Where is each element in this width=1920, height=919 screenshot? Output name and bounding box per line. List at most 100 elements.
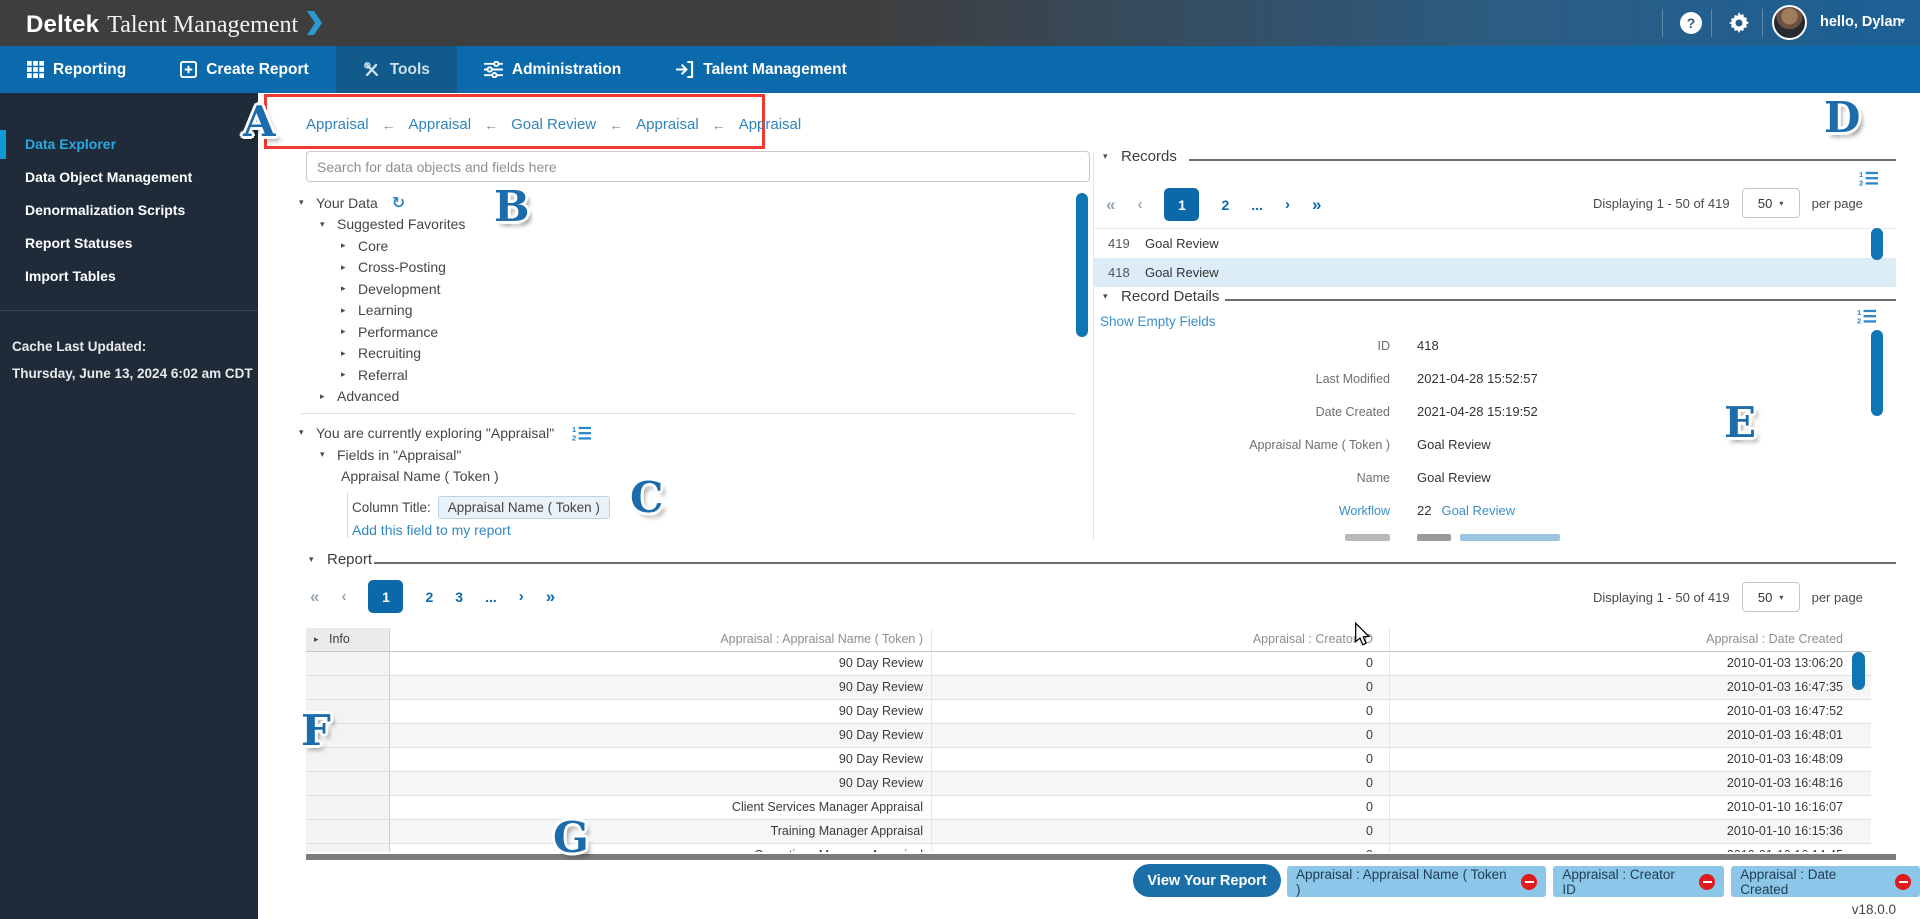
table-row[interactable]: 90 Day Review 0 2010-01-03 16:47:52 [306, 700, 1871, 724]
prev-page-button[interactable]: ‹ [1137, 196, 1142, 213]
annotation-letter-g: G [553, 817, 589, 859]
tree-item-performance[interactable]: ▸ Performance [299, 321, 465, 343]
tree-item-referral[interactable]: ▸ Referral [299, 364, 465, 386]
field-value: Goal Review [1417, 437, 1491, 452]
tree-item-core[interactable]: ▸ Core [299, 235, 465, 257]
show-empty-fields-link[interactable]: Show Empty Fields [1100, 314, 1216, 329]
first-page-button[interactable]: « [1106, 195, 1115, 215]
breadcrumb-link[interactable]: Appraisal [636, 116, 699, 133]
record-details-scrollbar[interactable] [1871, 330, 1883, 416]
table-row[interactable]: 90 Day Review 0 2010-01-03 16:48:01 [306, 724, 1871, 748]
field-value-link[interactable]: Goal Review [1441, 503, 1515, 518]
gear-icon[interactable] [1728, 12, 1750, 34]
breadcrumb-link[interactable]: Appraisal [306, 116, 369, 133]
user-avatar[interactable] [1772, 5, 1807, 40]
table-row-clipped[interactable]: Operations Manager Appraisal 0 2010-01-1… [306, 844, 1871, 852]
column-title-input[interactable]: Appraisal Name ( Token ) [438, 496, 610, 519]
table-scrollbar[interactable] [1852, 652, 1865, 690]
records-scrollbar[interactable] [1871, 228, 1883, 260]
sidebar: Data Explorer Data Object Management Den… [0, 93, 258, 919]
records-header[interactable]: ▾ Records [1103, 148, 1177, 165]
info-header-cell[interactable]: ▸ Info [306, 628, 390, 651]
field-label: Name [1100, 471, 1390, 485]
clipped-field-value [1417, 534, 1451, 541]
record-details-header-line [1225, 299, 1896, 301]
chip-creator-id[interactable]: Appraisal : Creator ID [1553, 866, 1724, 897]
page-size-select[interactable]: 50 ▾ [1742, 188, 1800, 218]
record-row-selected[interactable]: 418 Goal Review [1093, 258, 1896, 287]
breadcrumb-link[interactable]: Appraisal [739, 116, 802, 133]
tree-item-suggested-favorites[interactable]: ▾ Suggested Favorites [299, 214, 465, 236]
sidebar-item-report-statuses[interactable]: Report Statuses [0, 227, 258, 260]
page-size-select[interactable]: 50 ▾ [1742, 582, 1800, 612]
help-icon[interactable]: ? [1680, 12, 1702, 34]
table-row[interactable]: Training Manager Appraisal 0 2010-01-10 … [306, 820, 1871, 844]
numbered-list-icon[interactable]: 12 [1857, 308, 1876, 324]
last-page-button[interactable]: » [546, 587, 555, 607]
fields-in-row[interactable]: ▾ Fields in "Appraisal" [299, 444, 591, 466]
tree-item-development[interactable]: ▸ Development [299, 278, 465, 300]
tree-item-your-data[interactable]: ▾ Your Data ↻ [299, 192, 465, 214]
numbered-list-icon[interactable]: 12 [1859, 170, 1878, 186]
table-row[interactable]: 90 Day Review 0 2010-01-03 16:48:09 [306, 748, 1871, 772]
tree-item-recruiting[interactable]: ▸ Recruiting [299, 343, 465, 365]
field-label-link[interactable]: Workflow [1100, 504, 1390, 518]
page-button-current[interactable]: 1 [1164, 188, 1199, 221]
enter-arrow-icon [675, 61, 694, 78]
record-details-header[interactable]: ▾ Record Details [1103, 288, 1219, 305]
table-row[interactable]: Client Services Manager Appraisal 0 2010… [306, 796, 1871, 820]
breadcrumb-link[interactable]: Appraisal [409, 116, 472, 133]
page-button[interactable]: 3 [455, 589, 463, 605]
sidebar-item-import-tables[interactable]: Import Tables [0, 260, 258, 293]
table-row[interactable]: 90 Day Review 0 2010-01-03 16:47:35 [306, 676, 1871, 700]
nav-item-tools[interactable]: Tools [336, 46, 457, 93]
table-row[interactable]: 90 Day Review 0 2010-01-03 13:06:20 [306, 652, 1871, 676]
page-button[interactable]: 2 [1221, 197, 1229, 213]
remove-field-icon[interactable] [1699, 874, 1715, 890]
numbered-list-icon[interactable]: 12 [572, 425, 591, 441]
first-page-button[interactable]: « [310, 587, 319, 607]
field-value: 2021-04-28 15:19:52 [1417, 404, 1538, 419]
refresh-icon[interactable]: ↻ [392, 193, 405, 213]
last-page-button[interactable]: » [1312, 195, 1321, 215]
sidebar-item-data-object-management[interactable]: Data Object Management [0, 161, 258, 194]
tree-item-cross-posting[interactable]: ▸ Cross-Posting [299, 257, 465, 279]
brand-logo: Deltek Talent Management [26, 8, 322, 39]
search-input[interactable] [306, 151, 1090, 182]
column-header-date-created[interactable]: Appraisal : Date Created [1390, 628, 1871, 651]
user-greeting[interactable]: hello, Dylan [1820, 14, 1901, 30]
next-page-button[interactable]: › [519, 588, 524, 605]
sidebar-item-data-explorer[interactable]: Data Explorer [0, 128, 258, 161]
top-header: Deltek Talent Management [0, 0, 1920, 46]
field-name-row[interactable]: Appraisal Name ( Token ) [299, 465, 591, 487]
prev-page-button[interactable]: ‹ [341, 588, 346, 605]
tree-scrollbar[interactable] [1076, 193, 1088, 337]
nav-item-reporting[interactable]: Reporting [0, 46, 153, 93]
tree-item-learning[interactable]: ▸ Learning [299, 300, 465, 322]
cache-status: Cache Last Updated: Thursday, June 13, 2… [12, 333, 253, 387]
remove-field-icon[interactable] [1521, 874, 1537, 890]
nav-item-administration[interactable]: Administration [457, 46, 648, 93]
chip-date-created[interactable]: Appraisal : Date Created [1731, 866, 1920, 897]
record-row[interactable]: 419 Goal Review [1093, 229, 1896, 258]
user-menu-caret-icon[interactable]: ▾ [1900, 16, 1905, 27]
column-header-appraisal-name[interactable]: Appraisal : Appraisal Name ( Token ) [390, 628, 932, 651]
column-header-creator-id[interactable]: Appraisal : Creator ID [932, 628, 1390, 651]
chip-appraisal-name[interactable]: Appraisal : Appraisal Name ( Token ) [1287, 866, 1546, 897]
add-field-link[interactable]: Add this field to my report [352, 522, 511, 538]
breadcrumb: Appraisal ← Appraisal ← Goal Review ← Ap… [306, 116, 801, 133]
tree-item-advanced[interactable]: ▸ Advanced [299, 386, 465, 408]
page-button[interactable]: 2 [425, 589, 433, 605]
view-your-report-button[interactable]: View Your Report [1133, 864, 1281, 897]
nav-item-talent-management[interactable]: Talent Management [648, 46, 874, 93]
sidebar-item-denormalization-scripts[interactable]: Denormalization Scripts [0, 194, 258, 227]
exploring-title-row[interactable]: ▾ You are currently exploring "Appraisal… [299, 422, 591, 444]
breadcrumb-link[interactable]: Goal Review [511, 116, 596, 133]
page-button-current[interactable]: 1 [368, 580, 403, 613]
remove-field-icon[interactable] [1895, 874, 1911, 890]
report-header[interactable]: ▾ Report [309, 551, 372, 568]
table-row[interactable]: 90 Day Review 0 2010-01-03 16:48:16 [306, 772, 1871, 796]
tree-label: Development [358, 281, 441, 297]
nav-item-create-report[interactable]: Create Report [153, 46, 336, 93]
next-page-button[interactable]: › [1285, 196, 1290, 213]
